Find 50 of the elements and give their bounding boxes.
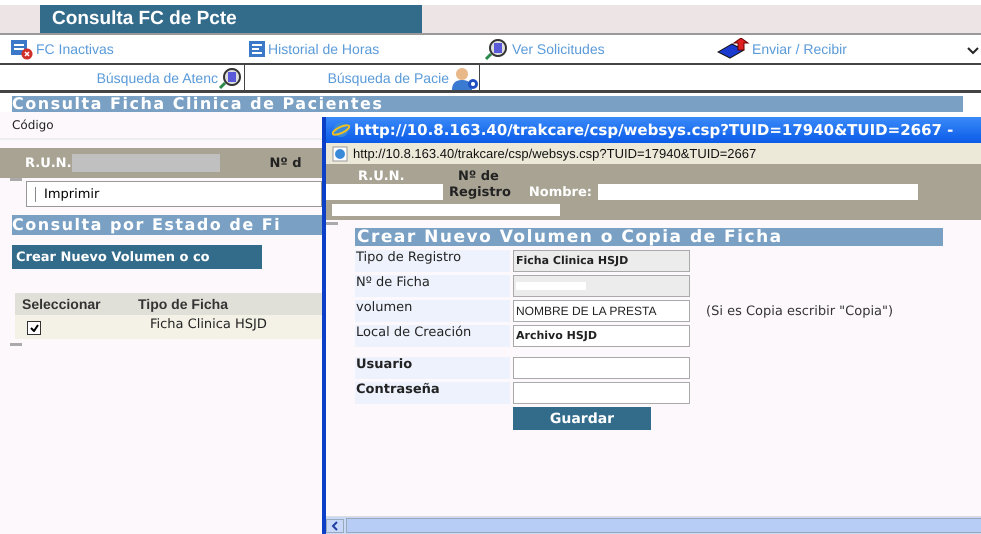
table-cell-text: Ficha Clinica HSJD bbox=[150, 316, 267, 334]
field-label: Nº de bbox=[458, 169, 499, 184]
save-button[interactable]: Guardar bbox=[513, 407, 651, 430]
toolbar-link[interactable]: Historial de Horas bbox=[248, 40, 484, 58]
scroll-thumb[interactable] bbox=[346, 518, 981, 533]
field-label: R.U.N. bbox=[25, 156, 72, 170]
readonly-field: Ficha Clinica HSJD bbox=[513, 250, 690, 272]
book-upload-icon bbox=[716, 38, 750, 60]
search-link[interactable]: Búsqueda de Pacie bbox=[328, 70, 449, 86]
field-label: Tipo de Registro bbox=[355, 250, 510, 272]
input-field[interactable] bbox=[513, 357, 690, 379]
section-title: Consulta por Estado de Fi bbox=[12, 215, 322, 235]
toolbar-link[interactable]: Ver Solicitudes bbox=[484, 38, 716, 60]
scroll-left-icon bbox=[326, 518, 344, 532]
print-button[interactable]: Imprimir bbox=[35, 186, 108, 202]
toolbar-link[interactable]: Enviar / Recibir bbox=[716, 38, 847, 60]
field-label: Usuario bbox=[355, 357, 510, 379]
magnifier-icon bbox=[218, 66, 244, 88]
create-volume-button[interactable]: Crear Nuevo Volumen o co bbox=[12, 245, 262, 269]
form-title: Crear Nuevo Volumen o Copia de Ficha bbox=[355, 228, 943, 246]
input-field[interactable]: Archivo HSJD bbox=[513, 325, 690, 347]
document-icon bbox=[248, 40, 266, 58]
field-label: volumen bbox=[355, 300, 510, 322]
page-title: Consulta FC de Pcte bbox=[40, 5, 422, 33]
field-label: R.U.N. bbox=[358, 169, 406, 184]
browser-icon bbox=[332, 122, 350, 138]
document-delete-icon bbox=[10, 38, 34, 60]
chevron-down-icon bbox=[967, 47, 979, 55]
field-label: Contraseña bbox=[355, 382, 510, 404]
toolbar-link[interactable]: FC Inactivas bbox=[10, 38, 248, 60]
column-header: Tipo de Ficha bbox=[138, 296, 228, 312]
window-title: http://10.8.163.40/trakcare/csp/websys.csp?TUID=17940&TUID=2667 - bbox=[354, 121, 954, 139]
hint-text: (Si es Copia escribir "Copia") bbox=[705, 303, 894, 321]
column-header: Seleccionar bbox=[21, 296, 102, 312]
user-search-icon bbox=[449, 66, 479, 90]
horizontal-scrollbar[interactable] bbox=[326, 516, 981, 534]
address-text: http://10.8.163.40/trakcare/csp/websys.csp?TUID=17940&TUID=2667 bbox=[353, 146, 756, 161]
field-label: Nombre: bbox=[528, 184, 592, 200]
section-title: Consulta Ficha Clinica de Pacientes bbox=[12, 96, 963, 112]
field-label: Local de Creación bbox=[355, 325, 510, 347]
browser-icon bbox=[332, 146, 348, 162]
magnifier-icon bbox=[484, 38, 510, 60]
field-label: Registro bbox=[449, 184, 511, 200]
input-field[interactable] bbox=[513, 382, 690, 404]
checkbox[interactable] bbox=[27, 321, 41, 335]
input-field[interactable]: NOMBRE DE LA PRESTA bbox=[513, 300, 690, 322]
field-label: Nº de Ficha bbox=[355, 275, 510, 297]
search-link[interactable]: Búsqueda de Atenc bbox=[96, 70, 218, 86]
checkmark-icon bbox=[30, 324, 38, 332]
field-label: Nº d bbox=[270, 156, 302, 170]
